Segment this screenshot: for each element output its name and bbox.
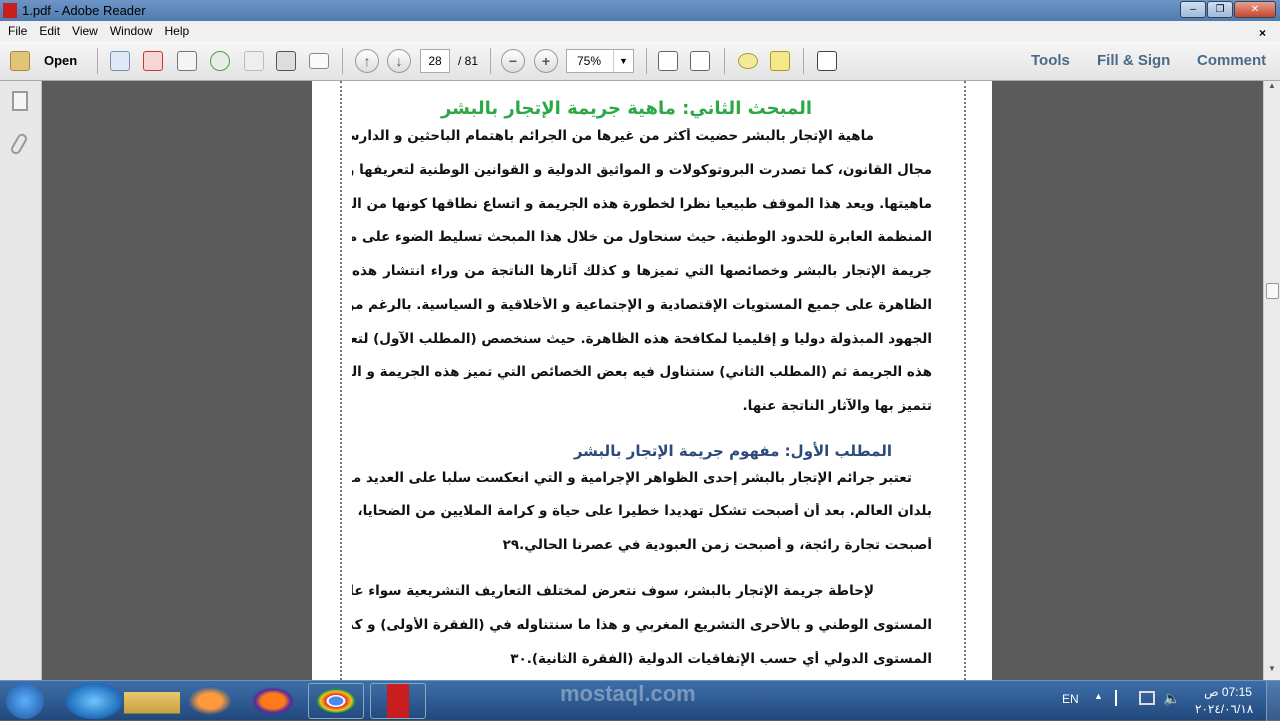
menu-edit[interactable]: Edit: [33, 21, 66, 41]
menu-file[interactable]: File: [2, 21, 33, 41]
comment-tab[interactable]: Comment: [1197, 52, 1266, 69]
page-total: / 81: [458, 54, 479, 68]
scroll-down-icon[interactable]: ▼: [1264, 664, 1280, 680]
paragraph-line: الجهود المبذولة دوليا و إقليميا لمكافحة …: [352, 331, 932, 347]
toolbar: Open ↑ ↓ 28 / 81 − + 75% ▼ Tools Fill & S…: [0, 41, 1280, 81]
firefox-icon[interactable]: [245, 683, 301, 719]
edit-pdf-icon[interactable]: [177, 51, 197, 71]
zoom-value: 75%: [577, 54, 602, 68]
zoom-in-button[interactable]: +: [534, 49, 558, 73]
fill-sign-tab[interactable]: Fill & Sign: [1097, 52, 1170, 69]
watermark: mostaql.com: [560, 681, 696, 706]
paragraph-line: جريمة الإتجار بالبشر وخصائصها التي تميزه…: [352, 263, 932, 279]
menu-view[interactable]: View: [66, 21, 104, 41]
pdf-app-icon: [3, 3, 17, 18]
chevron-down-icon[interactable]: ▼: [613, 50, 633, 72]
start-button[interactable]: [6, 683, 44, 719]
sticky-note-icon[interactable]: [738, 53, 758, 69]
subsection-heading: المطلب الأول: مفهوم جريمة الإتجار بالبشر: [573, 442, 892, 460]
upload-cloud-icon[interactable]: [210, 51, 230, 71]
paragraph-line: تتميز بها والآثار الناتجة عنها.: [742, 398, 932, 414]
paragraph-line: هذه الجريمة ثم (المطلب الثاني) سنتناول ف…: [352, 364, 932, 380]
folder-icon[interactable]: [10, 51, 30, 71]
print-icon[interactable]: [276, 51, 296, 71]
zoom-out-button[interactable]: −: [501, 49, 525, 73]
paragraph-line: تعتبر جرائم الإتجار بالبشر إحدى الظواهر …: [352, 470, 912, 486]
close-document-button[interactable]: ×: [1253, 23, 1272, 43]
section-heading: المبحث الثاني: ماهية جريمة الإتجار بالبش…: [440, 98, 812, 119]
save-icon[interactable]: [244, 51, 264, 71]
create-pdf-icon[interactable]: [110, 51, 130, 71]
full-screen-icon[interactable]: [817, 51, 837, 71]
tools-tab[interactable]: Tools: [1031, 52, 1070, 69]
language-indicator[interactable]: EN: [1062, 692, 1079, 706]
zoom-select[interactable]: 75% ▼: [566, 49, 634, 73]
menu-window[interactable]: Window: [104, 21, 159, 41]
vertical-scrollbar[interactable]: ▲ ▼: [1263, 81, 1280, 680]
internet-explorer-icon[interactable]: [66, 683, 122, 719]
taskbar: mostaql.com EN ▲ 🔈 07:15 ص ٢٠٢٤/٠٦/١٨: [0, 680, 1280, 721]
navigation-pane: [0, 81, 42, 680]
paragraph-line: المنظمة العابرة للحدود الوطنية. حيث سنحا…: [352, 229, 932, 245]
email-icon[interactable]: [309, 53, 329, 69]
clock-time[interactable]: 07:15 ص: [1203, 685, 1253, 699]
close-button[interactable]: ✕: [1234, 1, 1276, 18]
file-explorer-icon[interactable]: [124, 683, 180, 719]
window-title: 1.pdf - Adobe Reader: [22, 3, 146, 18]
paragraph-line: ماهية الإتجار بالبشر حضيت أكثر من غيرها …: [352, 128, 874, 144]
fit-width-icon[interactable]: [658, 51, 678, 71]
chrome-icon[interactable]: [308, 683, 364, 719]
paragraph-line: مجال القانون، كما تصدرت البروتوكولات و ا…: [352, 162, 932, 178]
title-bar: 1.pdf - Adobe Reader – ❐ ✕: [0, 0, 1280, 21]
clock-date[interactable]: ٢٠٢٤/٠٦/١٨: [1195, 702, 1253, 716]
volume-icon[interactable]: 🔈: [1163, 690, 1180, 707]
fit-page-icon[interactable]: [690, 51, 710, 71]
next-page-button[interactable]: ↓: [387, 49, 411, 73]
paragraph-line: أصبحت تجارة رائجة، و أصبحت زمن العبودية …: [502, 537, 932, 553]
paragraph-line: المستوى الدولي أي حسب الإتفاقيات الدولية…: [510, 651, 932, 667]
page-number-input[interactable]: 28: [420, 49, 450, 73]
network-icon[interactable]: [1139, 691, 1155, 705]
show-desktop-button[interactable]: [1266, 681, 1280, 721]
scroll-up-icon[interactable]: ▲: [1264, 81, 1280, 97]
menu-help[interactable]: Help: [159, 21, 196, 41]
minimize-button[interactable]: –: [1180, 1, 1206, 18]
pages-thumbnail-icon[interactable]: [12, 91, 28, 111]
export-pdf-icon[interactable]: [143, 51, 163, 71]
menu-bar: File Edit View Window Help ×: [0, 21, 1280, 41]
maximize-button[interactable]: ❐: [1207, 1, 1233, 18]
paragraph-line: المستوى الوطني و بالأحرى التشريع المغربي…: [352, 617, 932, 633]
show-hidden-icons[interactable]: ▲: [1094, 691, 1103, 701]
scrollbar-thumb[interactable]: [1266, 283, 1279, 299]
action-center-flag-icon[interactable]: [1115, 690, 1129, 706]
previous-page-button[interactable]: ↑: [355, 49, 379, 73]
paragraph-line: بلدان العالم. بعد أن أصبحت تشكل تهديدا خ…: [352, 503, 932, 519]
adobe-reader-icon[interactable]: [370, 683, 426, 719]
paragraph-line: ماهيتها. ويعد هذا الموقف طبيعيا نظرا لخط…: [352, 196, 932, 212]
media-player-icon[interactable]: [182, 683, 238, 719]
attachments-icon[interactable]: [9, 131, 29, 157]
open-button[interactable]: Open: [44, 53, 77, 68]
paragraph-line: الظاهرة على جميع المستويات الإقتصادية و …: [352, 297, 932, 313]
paragraph-line: لإحاطة جريمة الإتجار بالبشر، سوف نتعرض ل…: [352, 583, 874, 599]
highlight-icon[interactable]: [770, 51, 790, 71]
